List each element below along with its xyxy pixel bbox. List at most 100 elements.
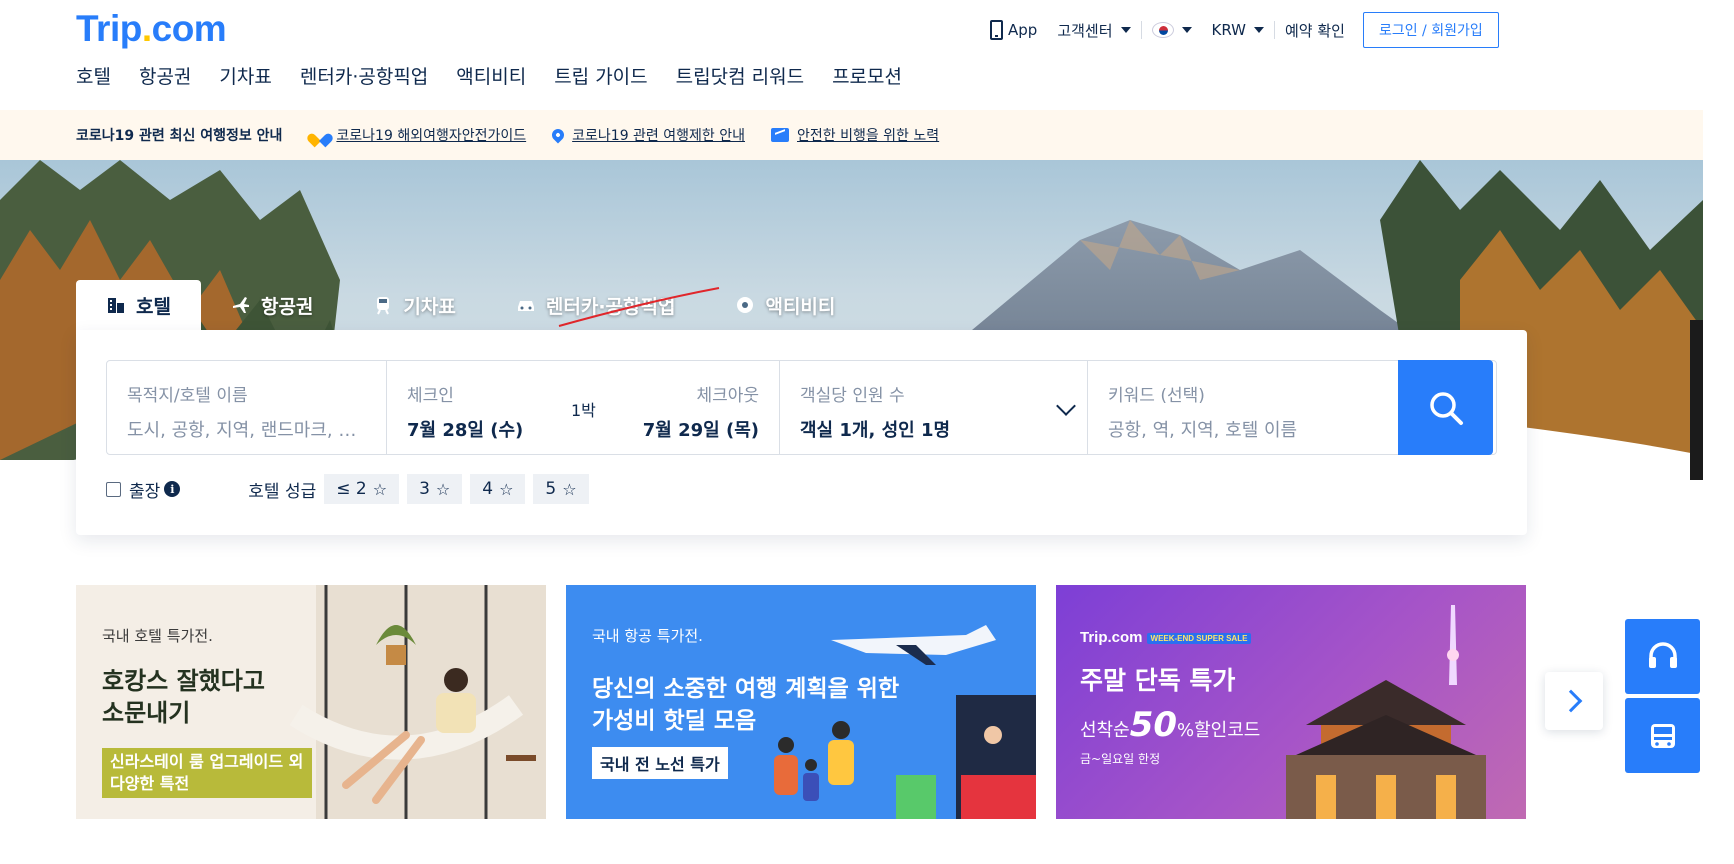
- star-option-label: 5: [545, 479, 557, 499]
- login-signup-button[interactable]: 로그인 / 회원가입: [1362, 12, 1499, 48]
- nav-item-promotions[interactable]: 프로모션: [832, 62, 902, 89]
- star-outline-icon: ☆: [499, 479, 514, 499]
- nav-item-car-rental[interactable]: 렌터카·공항픽업: [300, 62, 428, 89]
- tab-flights[interactable]: 항공권: [201, 280, 343, 330]
- sub-prefix: 선착순: [1080, 720, 1130, 741]
- destination-input[interactable]: 도시, 공항, 지역, 랜드마크, 호텔 이름: [127, 416, 366, 442]
- search-filters: 출장 i 호텔 성급 ≤ 2 ☆ 3 ☆ 4 ☆ 5 ☆: [106, 474, 597, 504]
- tab-hotel[interactable]: 호텔: [76, 280, 201, 330]
- site-header: Trip.com App 고객센터 KRW 예약 확인 로그인 / 회원가입 호…: [0, 0, 1734, 110]
- star-outline-icon: ☆: [562, 479, 577, 499]
- plane-box-icon: [771, 128, 789, 142]
- banner-headline: 호캉스 잘했다고 소문내기: [102, 665, 302, 729]
- checkin-label: 체크인: [407, 386, 454, 406]
- banner-category: 국내 호텔 특가전.: [102, 627, 213, 645]
- nav-item-trains[interactable]: 기차표: [219, 62, 271, 89]
- booking-check-link[interactable]: 예약 확인: [1275, 20, 1355, 41]
- star-option-label: 4: [482, 479, 494, 499]
- customer-service-button[interactable]: [1625, 619, 1700, 694]
- app-download-link[interactable]: App: [980, 20, 1047, 40]
- star-filter-5[interactable]: 5 ☆: [533, 474, 589, 504]
- tab-car-rental[interactable]: 렌터카·공항픽업: [486, 280, 706, 330]
- tab-label: 렌터카·공항픽업: [545, 295, 676, 318]
- banner-headline: 주말 단독 특가: [1080, 666, 1236, 695]
- search-button[interactable]: [1398, 360, 1493, 455]
- carousel-next-button[interactable]: [1545, 672, 1603, 730]
- keyword-label: 키워드 (선택): [1108, 386, 1205, 406]
- headline-line: 소문내기: [102, 699, 191, 727]
- checkout-group[interactable]: 체크아웃 7월 29일 (목): [643, 381, 759, 454]
- promo-banner-domestic-hotel[interactable]: 국내 호텔 특가전. 호캉스 잘했다고 소문내기 신라스테이 룸 업그레이드 외…: [76, 585, 546, 819]
- nav-item-flights[interactable]: 항공권: [139, 62, 191, 89]
- promo-banner-domestic-flight[interactable]: 국내 항공 특가전. 당신의 소중한 여행 계획을 위한 가성비 핫딜 모음 국…: [566, 585, 1036, 819]
- banner-tag: 국내 전 노선 특가: [592, 747, 728, 779]
- header-utilities: App 고객센터 KRW 예약 확인 로그인 / 회원가입: [980, 12, 1499, 48]
- app-download-button[interactable]: [1625, 698, 1700, 773]
- date-range-field[interactable]: 체크인 7월 28일 (수) 1박 체크아웃 7월 29일 (목): [387, 361, 780, 454]
- heart-icon: [312, 128, 328, 142]
- keyword-input[interactable]: 공항, 역, 지역, 호텔 이름: [1108, 416, 1378, 442]
- tab-label: 기차표: [403, 295, 456, 318]
- language-selector[interactable]: [1142, 22, 1202, 38]
- checkin-value: 7월 28일 (수): [407, 420, 524, 441]
- train-icon: [377, 297, 390, 315]
- nav-item-hotel[interactable]: 호텔: [76, 62, 111, 89]
- app-label: App: [1008, 21, 1038, 39]
- checkin-group[interactable]: 체크인 7월 28일 (수): [407, 381, 523, 454]
- tab-trains[interactable]: 기차표: [343, 280, 485, 330]
- booking-check-label: 예약 확인: [1285, 21, 1345, 40]
- destination-field[interactable]: 목적지/호텔 이름 도시, 공항, 지역, 랜드마크, 호텔 이름: [107, 361, 387, 454]
- star-outline-icon: ☆: [435, 479, 451, 499]
- discount-percent: 50: [1129, 705, 1178, 745]
- activity-icon: [737, 297, 754, 313]
- location-pin-icon: [549, 126, 567, 144]
- nav-item-trip-guide[interactable]: 트립 가이드: [554, 62, 647, 89]
- sub-suffix: %할인코드: [1177, 720, 1261, 741]
- tab-label: 항공권: [260, 295, 314, 318]
- app-bus-icon: [1650, 723, 1675, 748]
- trip-com-logo[interactable]: Trip.com: [76, 8, 227, 50]
- guests-field[interactable]: 객실당 인원 수 객실 1개, 성인 1명: [780, 361, 1088, 454]
- destination-label: 목적지/호텔 이름: [127, 386, 248, 406]
- info-icon[interactable]: i: [164, 481, 181, 497]
- tab-activities[interactable]: 액티비티: [705, 280, 865, 330]
- customer-support-menu[interactable]: 고객센터: [1047, 20, 1140, 41]
- checkout-label: 체크아웃: [696, 386, 759, 406]
- nav-item-rewards[interactable]: 트립닷컴 리워드: [676, 62, 804, 89]
- star-filter-3[interactable]: 3 ☆: [407, 474, 463, 504]
- hotel-search-panel: 목적지/호텔 이름 도시, 공항, 지역, 랜드마크, 호텔 이름 체크인 7월…: [76, 330, 1527, 535]
- banner-tag: 신라스테이 룸 업그레이드 외 다양한 특전: [102, 748, 312, 798]
- star-filter-2-or-less[interactable]: ≤ 2 ☆: [324, 474, 400, 504]
- support-label: 고객센터: [1057, 21, 1113, 40]
- star-filter-4[interactable]: 4 ☆: [470, 474, 526, 504]
- phone-icon: [990, 20, 1003, 40]
- star-outline-icon: ☆: [372, 479, 388, 499]
- brand-text: Trip.com: [1080, 629, 1143, 646]
- promo-banner-weekend-sale[interactable]: Trip.com WEEK-END SUPER SALE 주말 단독 특가 선착순…: [1056, 585, 1526, 819]
- plane-icon: [232, 297, 249, 313]
- notice-link-travel-restrictions[interactable]: 코로나19 관련 여행제한 안내: [549, 125, 745, 145]
- overlapping-window-edge: [1690, 320, 1703, 480]
- business-trip-checkbox[interactable]: [106, 481, 121, 497]
- headline-line: 가성비 핫딜 모음: [592, 708, 757, 734]
- banner-brand: Trip.com WEEK-END SUPER SALE: [1080, 629, 1252, 646]
- notice-link-safety-guide[interactable]: 코로나19 해외여행자안전가이드: [312, 125, 526, 145]
- banner-subheadline: 선착순50%할인코드: [1080, 705, 1260, 745]
- caret-down-icon: [1254, 27, 1264, 33]
- keyword-field[interactable]: 키워드 (선택) 공항, 역, 지역, 호텔 이름: [1088, 361, 1398, 454]
- business-trip-label: 출장: [129, 481, 161, 502]
- main-nav: 호텔 항공권 기차표 렌터카·공항픽업 액티비티 트립 가이드 트립닷컴 리워드…: [76, 62, 930, 89]
- palace-tower-illustration: [1286, 605, 1486, 819]
- banner-headline: 당신의 소중한 여행 계획을 위한 가성비 핫딜 모음: [592, 673, 932, 737]
- search-tabs: 호텔 항공권 기차표 렌터카·공항픽업 액티비티: [76, 280, 865, 330]
- chevron-right-icon: [1559, 689, 1583, 713]
- checkout-value: 7월 29일 (목): [642, 420, 759, 441]
- notice-link-safe-flight[interactable]: 안전한 비행을 위한 노력: [771, 125, 939, 145]
- tab-label: 액티비티: [765, 295, 836, 318]
- hotel-icon: [108, 298, 124, 313]
- banner-small-note: 금~일요일 한정: [1080, 752, 1161, 766]
- nights-count: 1박: [571, 401, 596, 420]
- currency-selector[interactable]: KRW: [1202, 21, 1274, 39]
- weekend-sale-badge: WEEK-END SUPER SALE: [1146, 632, 1252, 644]
- nav-item-activities[interactable]: 액티비티: [456, 62, 526, 89]
